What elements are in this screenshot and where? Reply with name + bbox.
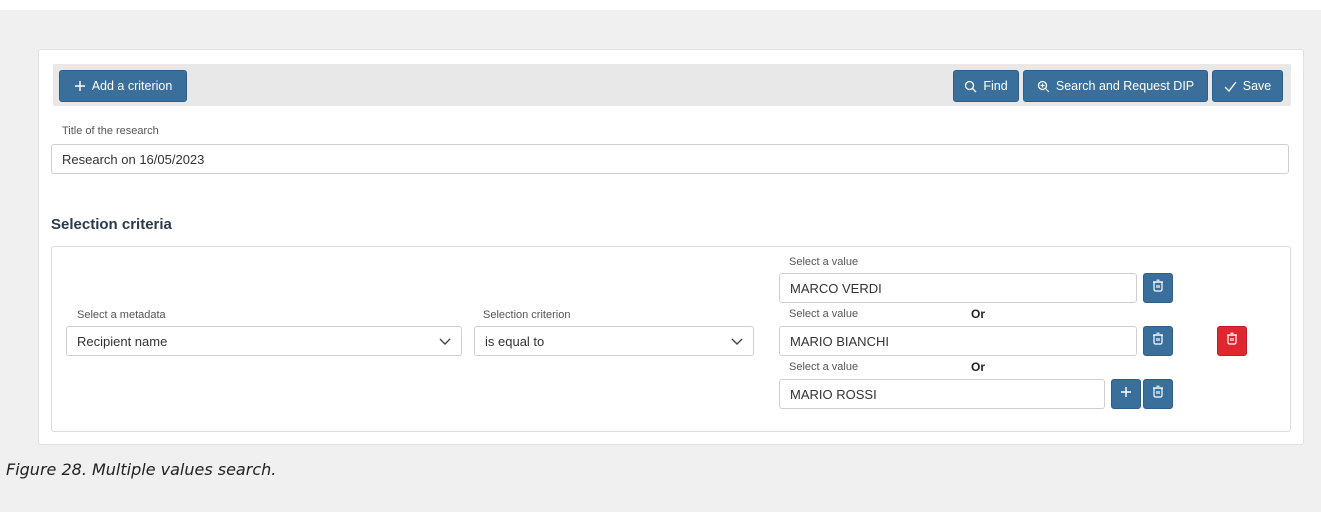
save-label: Save (1242, 79, 1272, 93)
delete-value-button[interactable] (1143, 326, 1173, 356)
metadata-select[interactable]: Recipient name (66, 326, 462, 356)
value-label: Select a value (789, 361, 859, 373)
plus-icon (1120, 385, 1132, 403)
trash-icon (1226, 332, 1238, 350)
value-text: MARCO VERDI (790, 280, 882, 296)
selection-criteria-title: Selection criteria (51, 216, 172, 233)
chevron-down-icon (731, 334, 743, 349)
value-text: MARIO ROSSI (790, 386, 877, 402)
or-label: Or (971, 307, 986, 321)
value-input[interactable]: MARIO ROSSI (779, 379, 1105, 409)
metadata-label: Select a metadata (77, 309, 166, 321)
chevron-down-icon (439, 334, 451, 349)
value-label: Select a value (789, 308, 859, 320)
plus-icon (74, 80, 86, 92)
trash-icon (1152, 279, 1164, 297)
metadata-value: Recipient name (77, 333, 168, 349)
trash-icon (1152, 385, 1164, 403)
add-value-button[interactable] (1111, 379, 1141, 409)
or-label: Or (971, 360, 986, 374)
save-button[interactable]: Save (1212, 70, 1283, 102)
find-label: Find (983, 79, 1008, 93)
value-input[interactable]: MARIO BIANCHI (779, 326, 1137, 356)
research-title-label: Title of the research (62, 125, 159, 137)
toolbar: Add a criterion Find Search and Request … (53, 64, 1291, 106)
search-icon (964, 80, 977, 93)
find-button[interactable]: Find (953, 70, 1019, 102)
delete-value-button[interactable] (1143, 273, 1173, 303)
criterion-label: Selection criterion (483, 309, 571, 321)
delete-criterion-button[interactable] (1217, 326, 1247, 356)
add-criterion-button[interactable]: Add a criterion (59, 70, 187, 102)
check-icon (1224, 81, 1237, 92)
zoom-search-icon (1037, 80, 1050, 93)
trash-icon (1152, 332, 1164, 350)
research-title-input[interactable]: Research on 16/05/2023 (51, 144, 1289, 174)
search-and-request-dip-button[interactable]: Search and Request DIP (1023, 70, 1208, 102)
research-panel: Add a criterion Find Search and Request … (38, 49, 1304, 445)
criterion-select[interactable]: is equal to (474, 326, 754, 356)
criteria-box: Select a metadata Recipient name Selecti… (51, 246, 1291, 432)
search-and-request-dip-label: Search and Request DIP (1055, 79, 1195, 93)
add-criterion-label: Add a criterion (91, 79, 173, 93)
value-text: MARIO BIANCHI (790, 333, 889, 349)
value-input[interactable]: MARCO VERDI (779, 273, 1137, 303)
figure-caption: Figure 28. Multiple values search. (6, 460, 277, 479)
delete-value-button[interactable] (1143, 379, 1173, 409)
research-title-value: Research on 16/05/2023 (62, 151, 205, 167)
criterion-value: is equal to (485, 333, 545, 349)
value-label: Select a value (789, 256, 859, 268)
